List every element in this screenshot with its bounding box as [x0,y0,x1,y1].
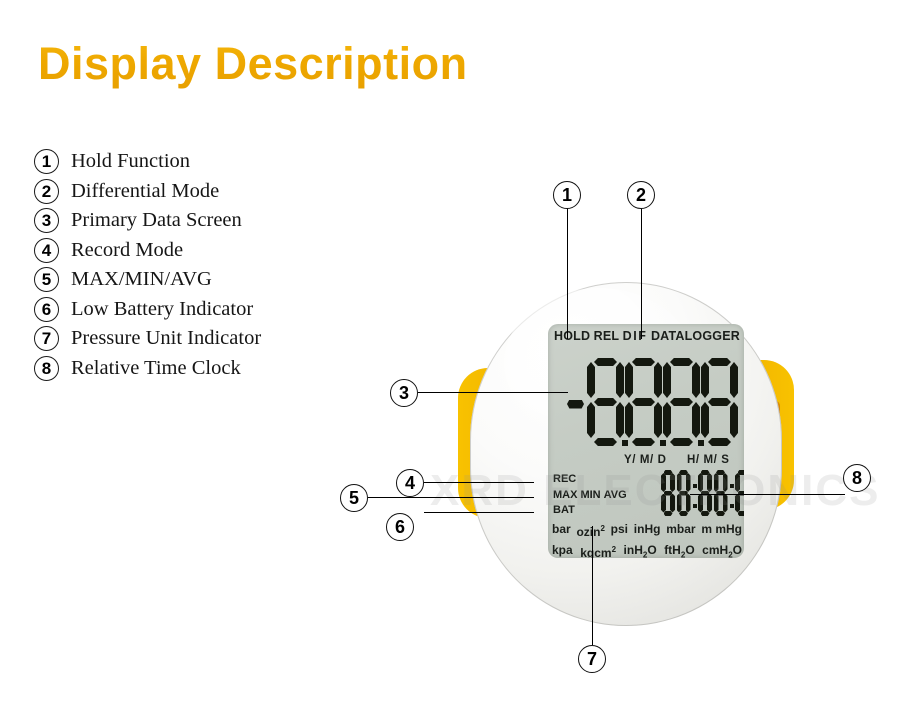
annunciator-hold: HOLD [554,329,591,343]
leader-line-6 [424,512,534,514]
legend-number-8: 8 [34,355,59,381]
legend-item-5: 5 MAX/MIN/AVG [34,265,374,295]
legend-number-7: 7 [34,326,59,352]
callout-4: 4 [396,469,424,497]
unit-kpa: kpa [552,543,573,557]
legend-label-3: Primary Data Screen [71,209,242,232]
unit-mmhg: m mHg [701,522,742,536]
date-format-label: Y/ M/ D [624,454,667,466]
clock-digit-m1 [698,470,712,516]
clock-digit-h1 [661,470,675,516]
display-description-page: Display Description 1 Hold Function 2 Di… [0,0,900,704]
leader-line-1 [567,207,569,339]
legend-list: 1 Hold Function 2 Differential Mode 3 Pr… [34,147,374,383]
clock-group-minutes [698,470,729,516]
primary-digit-4 [701,358,738,446]
relative-time-clock [661,470,744,516]
unit-cmh2o: cmH2O [702,543,742,558]
leader-line-8 [690,494,845,496]
unit-row-1: bar ozin2 psi inHg mbar m mHg [552,520,742,541]
legend-item-7: 7 Pressure Unit Indicator [34,324,374,354]
legend-item-6: 6 Low Battery Indicator [34,295,374,325]
callout-1: 1 [553,181,581,209]
legend-item-1: 1 Hold Function [34,147,374,177]
pressure-unit-indicator: bar ozin2 psi inHg mbar m mHg kpa kgcm2 … [552,520,742,558]
clock-group-seconds [735,470,744,516]
legend-number-3: 3 [34,208,59,234]
unit-row-2: kpa kgcm2 inH2O ftH2O cmH2O [552,541,742,558]
legend-item-8: 8 Relative Time Clock [34,354,374,384]
clock-group-hours [661,470,692,516]
primary-digit-2 [625,358,666,446]
minus-sign-segment [567,399,584,409]
legend-label-2: Differential Mode [71,179,220,202]
callout-6: 6 [386,513,414,541]
clock-digit-h2 [676,470,691,516]
unit-inhg: inHg [633,522,661,536]
unit-mbar: mbar [666,522,696,536]
annunciator-rel: REL [593,329,620,343]
primary-digit-1 [587,358,628,446]
legend-number-1: 1 [34,149,59,175]
legend-item-4: 4 Record Mode [34,236,374,266]
unit-bar: bar [552,522,571,536]
leader-line-2 [641,207,643,339]
legend-number-2: 2 [34,178,59,204]
pressure-meter-device: HOLD REL DIF DATALOGGER Y/ M/ D H/ M/ S … [452,282,800,628]
annunciator-datalogger: DATALOGGER [650,329,740,343]
legend-label-7: Pressure Unit Indicator [71,327,262,350]
callout-2: 2 [627,181,655,209]
unit-ozin2: ozin2 [576,524,605,539]
flag-avg: AVG [603,488,627,501]
legend-label-1: Hold Function [71,150,191,173]
legend-number-6: 6 [34,296,59,322]
clock-digit-m2 [713,470,728,516]
unit-inh2o: inH2O [623,543,657,558]
legend-label-4: Record Mode [71,238,184,261]
device-case: HOLD REL DIF DATALOGGER Y/ M/ D H/ M/ S … [470,282,782,626]
flag-rec: REC [553,473,577,485]
primary-data-screen [552,350,740,454]
flag-max: MAX [553,488,578,501]
leader-line-4 [424,482,534,484]
unit-psi: psi [610,522,629,536]
callout-5: 5 [340,484,368,512]
legend-item-2: 2 Differential Mode [34,177,374,207]
time-format-label: H/ M/ S [687,454,730,466]
legend-label-5: MAX/MIN/AVG [71,268,212,291]
leader-line-3 [418,392,568,394]
callout-3: 3 [390,379,418,407]
legend-label-6: Low Battery Indicator [71,297,254,320]
lcd-screen: HOLD REL DIF DATALOGGER Y/ M/ D H/ M/ S … [548,324,744,558]
lcd-annunciator-row: HOLD REL DIF DATALOGGER [554,329,740,343]
legend-number-5: 5 [34,267,59,293]
flag-bat: BAT [553,504,575,516]
leader-line-5 [368,497,534,499]
legend-label-8: Relative Time Clock [71,356,241,379]
date-time-label-row: Y/ M/ D H/ M/ S [548,454,744,469]
clock-digit-s1 [735,470,744,516]
legend-number-4: 4 [34,237,59,263]
legend-item-3: 3 Primary Data Screen [34,206,374,236]
primary-digit-3 [663,358,704,446]
callout-8: 8 [843,464,871,492]
flag-max-min-avg: MAX MIN AVG [553,488,630,504]
annunciator-dif: DIF [622,329,648,343]
device-body: HOLD REL DIF DATALOGGER Y/ M/ D H/ M/ S … [452,282,800,628]
unit-fth2o: ftH2O [664,543,695,558]
flag-min: MIN [580,488,601,501]
page-title: Display Description [38,38,468,89]
leader-line-7 [592,526,594,645]
lcd-status-flags: REC MAX MIN AVG BAT [553,472,630,519]
callout-7: 7 [578,645,606,673]
unit-kgcm2: kgcm2 [580,545,617,558]
